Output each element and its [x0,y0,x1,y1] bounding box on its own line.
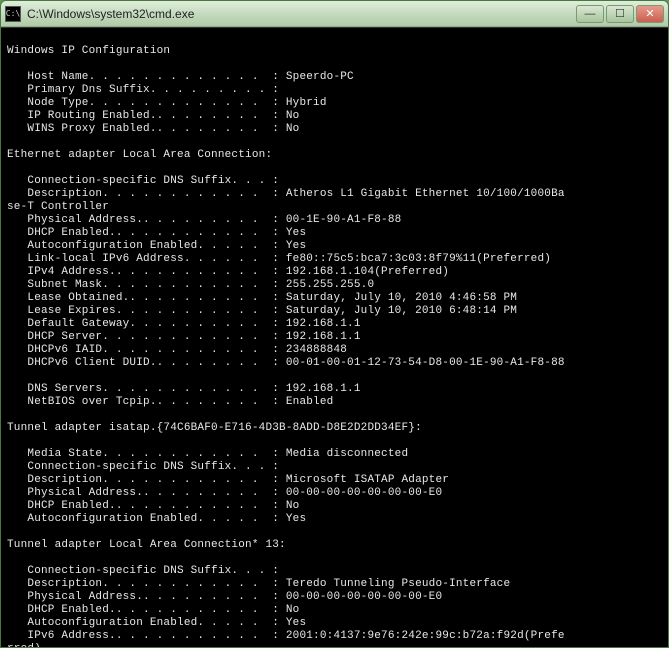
cmd-window: C:\ C:\Windows\system32\cmd.exe — ☐ ✕ Wi… [0,0,669,648]
maximize-button[interactable]: ☐ [606,5,634,23]
minimize-button[interactable]: — [576,5,604,23]
window-title: C:\Windows\system32\cmd.exe [27,7,576,21]
console-output[interactable]: Windows IP Configuration Host Name. . . … [1,27,668,647]
titlebar[interactable]: C:\ C:\Windows\system32\cmd.exe — ☐ ✕ [1,1,668,27]
close-button[interactable]: ✕ [636,5,664,23]
window-controls: — ☐ ✕ [576,5,664,23]
cmd-icon: C:\ [5,6,21,22]
